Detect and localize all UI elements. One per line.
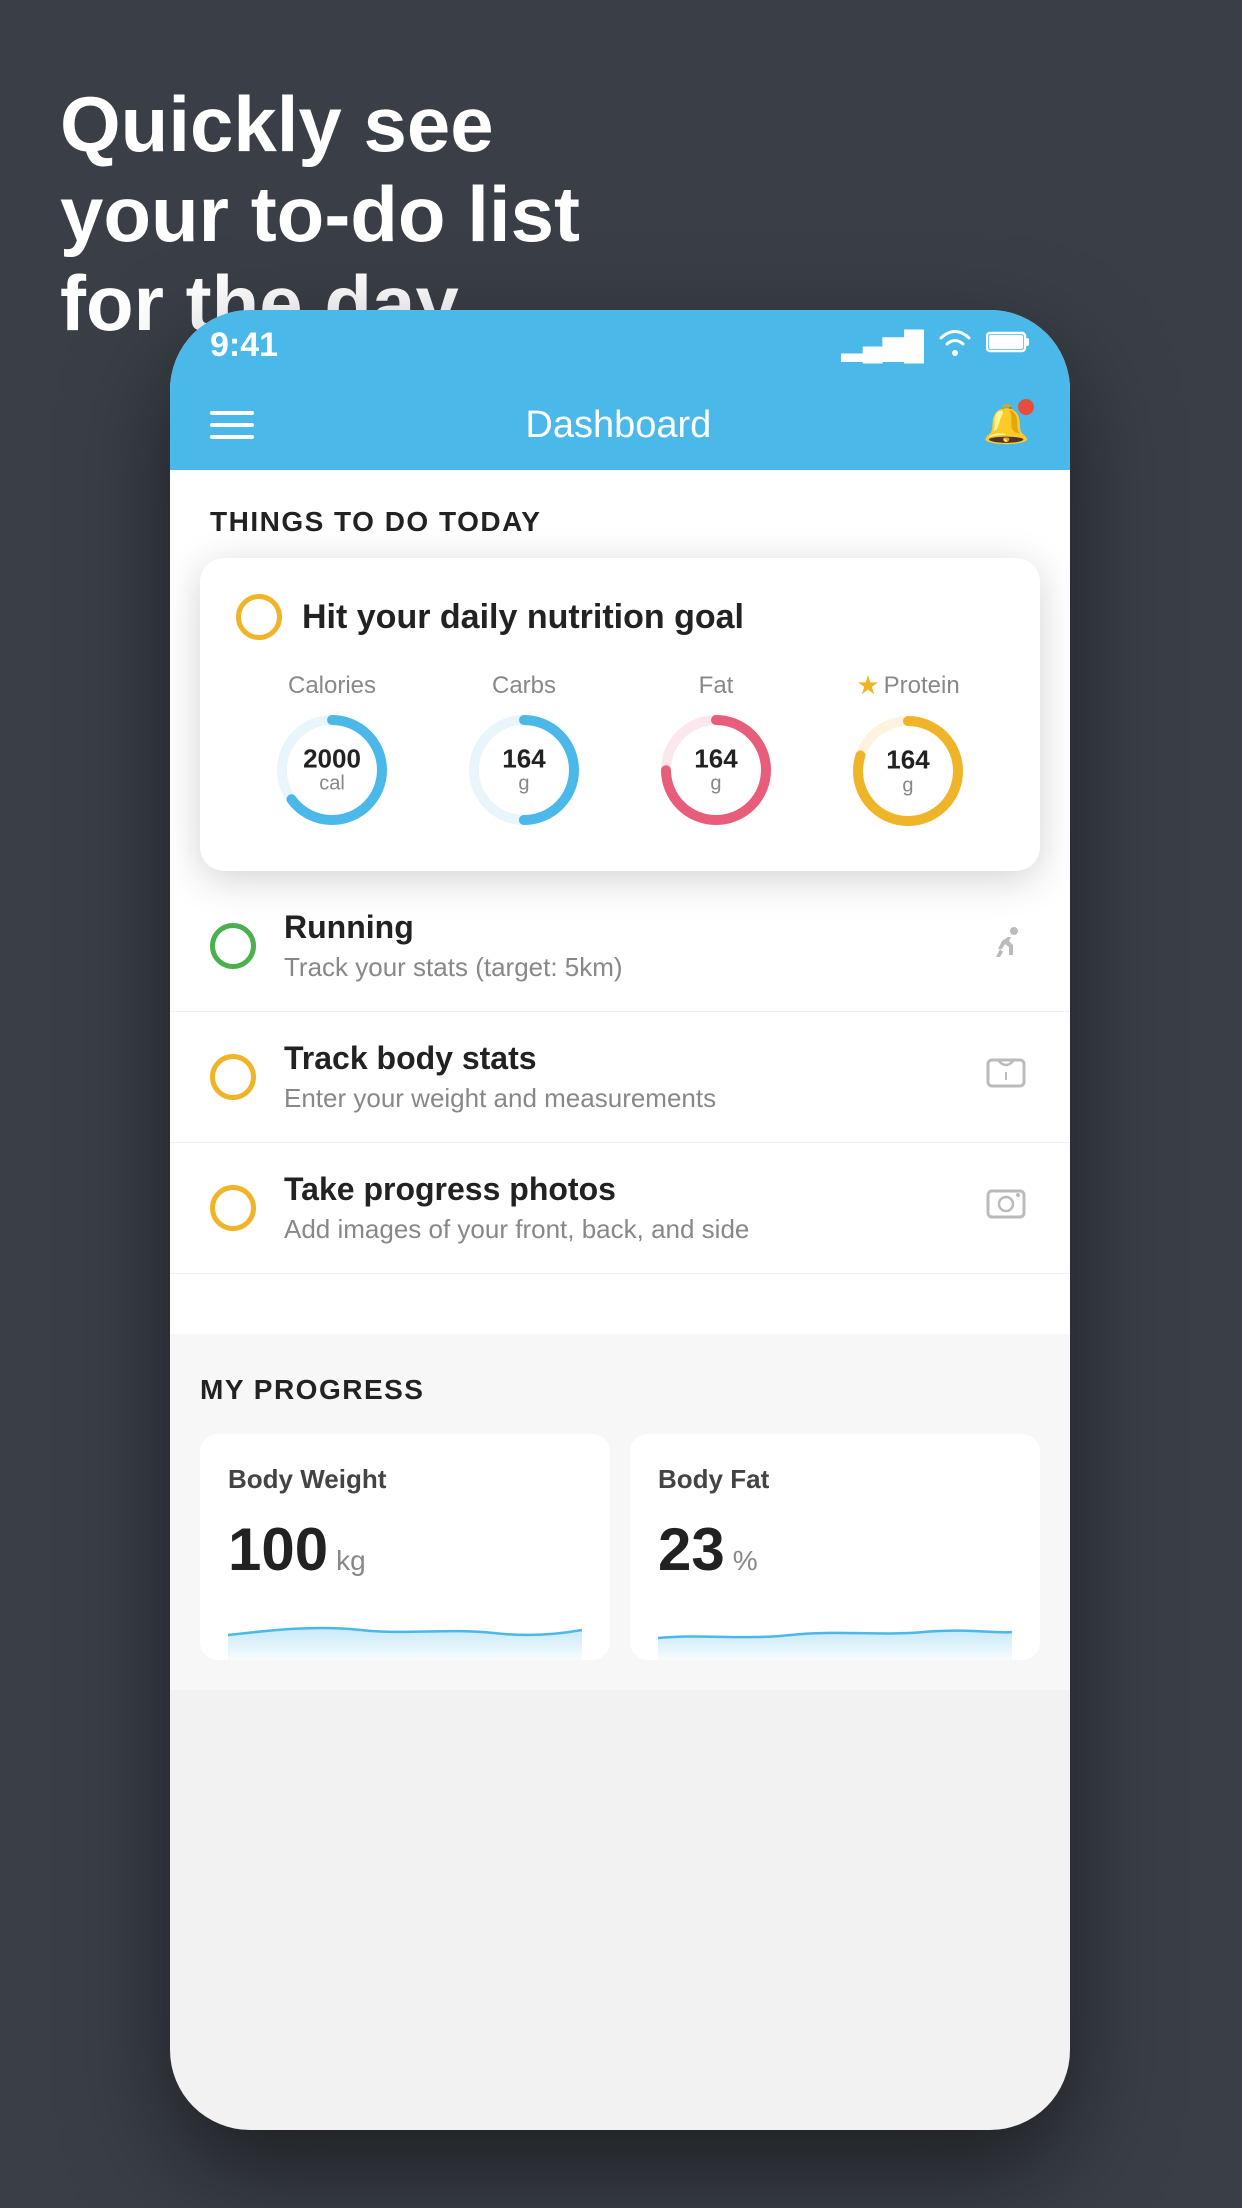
- fat-unit: g: [694, 773, 737, 795]
- track-body-text: Track body stats Enter your weight and m…: [284, 1040, 954, 1114]
- content-area: THINGS TO DO TODAY Hit your daily nutrit…: [170, 470, 1070, 1690]
- running-icon: [982, 921, 1030, 971]
- body-fat-wave: [658, 1600, 1012, 1660]
- protein-ring: 164 g: [848, 711, 968, 831]
- body-fat-card[interactable]: Body Fat 23 %: [630, 1434, 1040, 1660]
- nav-title: Dashboard: [525, 404, 711, 447]
- todo-item-track-body[interactable]: Track body stats Enter your weight and m…: [170, 1012, 1070, 1143]
- body-weight-number: 100: [228, 1515, 328, 1584]
- todo-item-running[interactable]: Running Track your stats (target: 5km): [170, 881, 1070, 1012]
- carbs-unit: g: [502, 773, 545, 795]
- body-weight-card[interactable]: Body Weight 100 kg: [200, 1434, 610, 1660]
- nutrition-circles: Calories 2000 cal Carbs: [236, 670, 1004, 831]
- body-fat-label: Body Fat: [658, 1464, 1012, 1495]
- fat-value: 164: [694, 744, 737, 773]
- things-to-do-header: THINGS TO DO TODAY: [170, 470, 1070, 558]
- body-weight-label: Body Weight: [228, 1464, 582, 1495]
- body-weight-wave: [228, 1600, 582, 1660]
- nutrition-card-title: Hit your daily nutrition goal: [236, 594, 1004, 640]
- status-icons: ▂▄▆█: [841, 328, 1030, 363]
- calories-label: Calories: [288, 672, 376, 700]
- calories-unit: cal: [303, 773, 361, 795]
- protein-label: ★ Protein: [856, 670, 959, 701]
- body-weight-value-group: 100 kg: [228, 1515, 582, 1584]
- fat-label: Fat: [699, 672, 734, 700]
- nutrition-calories: Calories 2000 cal: [272, 672, 392, 830]
- track-body-title: Track body stats: [284, 1040, 954, 1077]
- battery-icon: [986, 329, 1030, 361]
- nutrition-card-title-text: Hit your daily nutrition goal: [302, 598, 744, 637]
- progress-photos-title: Take progress photos: [284, 1171, 954, 1208]
- body-fat-value-group: 23 %: [658, 1515, 1012, 1584]
- nutrition-protein: ★ Protein 164 g: [848, 670, 968, 831]
- protein-value: 164: [886, 746, 929, 775]
- notification-dot: [1018, 399, 1034, 415]
- carbs-ring: 164 g: [464, 710, 584, 830]
- nutrition-fat: Fat 164 g: [656, 672, 776, 830]
- carbs-label: Carbs: [492, 672, 556, 700]
- nav-bar: Dashboard 🔔: [170, 380, 1070, 470]
- fat-ring: 164 g: [656, 710, 776, 830]
- running-title: Running: [284, 909, 954, 946]
- nutrition-card: Hit your daily nutrition goal Calories 2…: [200, 558, 1040, 871]
- signal-icon: ▂▄▆█: [841, 329, 924, 362]
- running-checkbox[interactable]: [210, 923, 256, 969]
- scale-icon: [982, 1052, 1030, 1102]
- spacer: [170, 1284, 1070, 1334]
- hamburger-menu-icon[interactable]: [210, 411, 254, 439]
- progress-photos-subtitle: Add images of your front, back, and side: [284, 1214, 954, 1245]
- protein-star-icon: ★: [856, 670, 879, 701]
- progress-photos-checkbox[interactable]: [210, 1185, 256, 1231]
- phone-shell: 9:41 ▂▄▆█ Dashboard: [170, 310, 1070, 2130]
- my-progress-header: MY PROGRESS: [200, 1374, 1040, 1406]
- progress-section: MY PROGRESS Body Weight 100 kg: [170, 1334, 1070, 1690]
- body-fat-unit: %: [733, 1545, 758, 1577]
- calories-value: 2000: [303, 744, 361, 773]
- body-weight-unit: kg: [336, 1545, 366, 1577]
- carbs-value: 164: [502, 744, 545, 773]
- nutrition-radio-button[interactable]: [236, 594, 282, 640]
- notification-bell-button[interactable]: 🔔: [983, 403, 1030, 447]
- track-body-checkbox[interactable]: [210, 1054, 256, 1100]
- running-text: Running Track your stats (target: 5km): [284, 909, 954, 983]
- calories-ring: 2000 cal: [272, 710, 392, 830]
- protein-unit: g: [886, 774, 929, 796]
- todo-item-progress-photos[interactable]: Take progress photos Add images of your …: [170, 1143, 1070, 1274]
- nutrition-carbs: Carbs 164 g: [464, 672, 584, 830]
- progress-cards: Body Weight 100 kg: [200, 1434, 1040, 1660]
- status-bar: 9:41 ▂▄▆█: [170, 310, 1070, 380]
- hero-text: Quickly see your to-do list for the day.: [60, 80, 580, 349]
- running-subtitle: Track your stats (target: 5km): [284, 952, 954, 983]
- photo-icon: [982, 1183, 1030, 1233]
- todo-list: Running Track your stats (target: 5km) T…: [170, 871, 1070, 1284]
- body-fat-number: 23: [658, 1515, 725, 1584]
- status-time: 9:41: [210, 326, 278, 365]
- track-body-subtitle: Enter your weight and measurements: [284, 1083, 954, 1114]
- progress-photos-text: Take progress photos Add images of your …: [284, 1171, 954, 1245]
- wifi-icon: [938, 328, 972, 363]
